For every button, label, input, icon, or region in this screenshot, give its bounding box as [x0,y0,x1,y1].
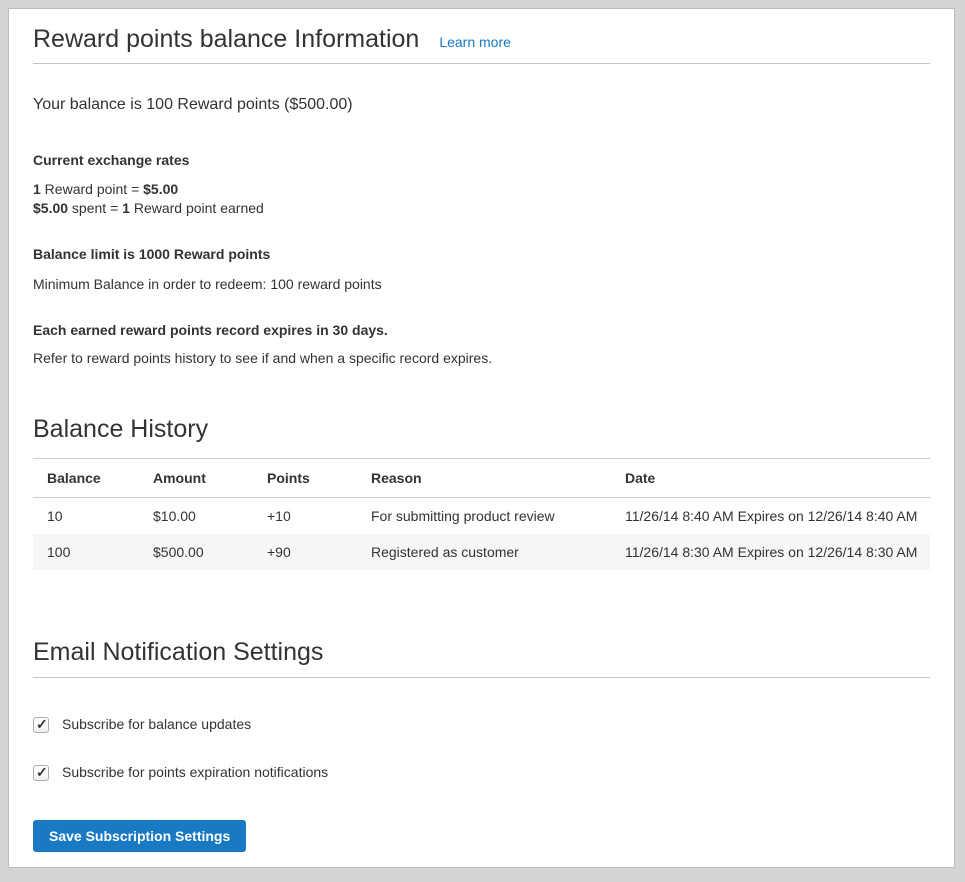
rate2-value: $5.00 [33,200,68,216]
subscribe-balance-updates-row[interactable]: Subscribe for balance updates [33,715,930,734]
cell-amount: $500.00 [139,534,253,570]
cell-points: +10 [253,498,357,535]
rate2-text: spent = [68,200,122,216]
table-row: 10 $10.00 +10 For submitting product rev… [33,498,930,535]
balance-summary: Your balance is 100 Reward points ($500.… [33,94,930,116]
rate2-suffix: Reward point earned [130,200,264,216]
rate1-text: Reward point = [41,181,143,197]
subscribe-expiration-checkbox[interactable] [33,765,49,781]
page-title: Reward points balance Information [33,25,419,54]
email-divider [33,677,930,678]
page-header: Reward points balance Information Learn … [33,9,930,54]
subscribe-expiration-label: Subscribe for points expiration notifica… [62,763,328,782]
exchange-rates-lines: 1 Reward point = $5.00 $5.00 spent = 1 R… [33,180,930,218]
cell-points: +90 [253,534,357,570]
balance-history-table: Balance Amount Points Reason Date 10 $10… [33,458,930,570]
exchange-rates-heading: Current exchange rates [33,151,930,170]
column-header-balance: Balance [33,459,139,498]
rate1-points: 1 [33,181,41,197]
subscribe-balance-updates-checkbox[interactable] [33,717,49,733]
column-header-date: Date [611,459,930,498]
title-divider [33,63,930,64]
learn-more-link[interactable]: Learn more [439,34,511,50]
expiration-text: Each earned reward points record expires… [33,321,930,340]
column-header-amount: Amount [139,459,253,498]
cell-amount: $10.00 [139,498,253,535]
table-header-row: Balance Amount Points Reason Date [33,459,930,498]
balance-history-heading: Balance History [33,415,930,444]
cell-balance: 10 [33,498,139,535]
cell-reason: For submitting product review [357,498,611,535]
cell-reason: Registered as customer [357,534,611,570]
column-header-points: Points [253,459,357,498]
exchange-rate-line-1: 1 Reward point = $5.00 [33,180,930,199]
email-notification-heading: Email Notification Settings [33,638,930,667]
column-header-reason: Reason [357,459,611,498]
cell-date: 11/26/14 8:30 AM Expires on 12/26/14 8:3… [611,534,930,570]
reward-points-panel: Reward points balance Information Learn … [8,8,955,868]
rate1-value: $5.00 [143,181,178,197]
cell-balance: 100 [33,534,139,570]
minimum-redeem-text: Minimum Balance in order to redeem: 100 … [33,275,930,294]
rate2-points: 1 [122,200,130,216]
subscribe-balance-updates-label: Subscribe for balance updates [62,715,251,734]
subscribe-expiration-row[interactable]: Subscribe for points expiration notifica… [33,763,930,782]
table-row: 100 $500.00 +90 Registered as customer 1… [33,534,930,570]
cell-date: 11/26/14 8:40 AM Expires on 12/26/14 8:4… [611,498,930,535]
balance-limit-text: Balance limit is 1000 Reward points [33,245,930,264]
save-subscription-button[interactable]: Save Subscription Settings [33,820,246,852]
expiration-note: Refer to reward points history to see if… [33,349,930,368]
exchange-rate-line-2: $5.00 spent = 1 Reward point earned [33,199,930,218]
